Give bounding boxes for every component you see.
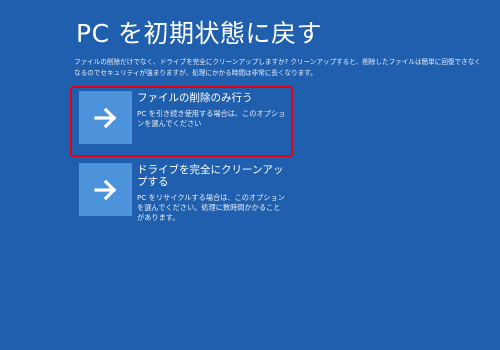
option-tile[interactable] <box>79 163 132 216</box>
option-description: PC をリサイクルする場合は、このオプションを選んでください。処理に数時間かかる… <box>137 193 285 222</box>
option-remove-files-only[interactable]: ファイルの削除のみ行う PC を引き続き使用する場合は、このオプションを選んでく… <box>75 91 290 155</box>
page-description: ファイルの削除だけでなく、ドライブを完全にクリーンアップしますか? クリーンアッ… <box>74 58 481 77</box>
option-clean-drive[interactable]: ドライブを完全にクリーンアップする PC をリサイクルする場合は、このオプション… <box>75 163 290 233</box>
arrow-right-icon <box>94 107 117 129</box>
page-title: PC を初期状態に戻す <box>76 19 322 48</box>
option-title: ファイルの削除のみ行う <box>137 92 253 104</box>
option-title: ドライブを完全にクリーンアップする <box>137 164 284 188</box>
option-description: PC を引き続き使用する場合は、このオプションを選んでください <box>137 109 286 128</box>
arrow-right-icon <box>94 179 117 201</box>
option-tile[interactable] <box>79 91 132 144</box>
